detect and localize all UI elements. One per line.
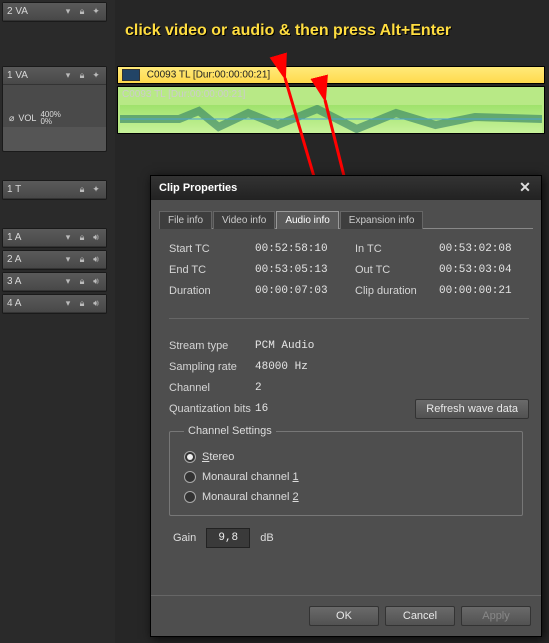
radio-icon	[184, 451, 196, 463]
chevron-down-icon[interactable]: ▾	[62, 6, 74, 18]
label-in-tc: In TC	[355, 243, 435, 255]
value-end-tc: 00:53:05:13	[255, 264, 351, 276]
label-clip-duration: Clip duration	[355, 285, 435, 297]
label-duration: Duration	[169, 285, 251, 297]
track-body: ⌀ VOL 400% 0%	[3, 85, 106, 127]
mute-icon[interactable]: ✦	[90, 184, 102, 196]
lock-icon[interactable]: 🔒︎	[76, 184, 88, 196]
volume-label: ⌀ VOL 400% 0%	[5, 111, 104, 125]
mute-icon[interactable]: 🔊︎	[90, 276, 102, 288]
lock-icon[interactable]: 🔒︎	[76, 276, 88, 288]
label-sampling-rate: Sampling rate	[169, 361, 251, 373]
value-duration: 00:00:07:03	[255, 285, 351, 297]
lock-icon[interactable]: 🔒︎	[76, 232, 88, 244]
value-channel: 2	[255, 382, 529, 394]
value-sampling-rate: 48000 Hz	[255, 361, 529, 373]
annotation-text: click video or audio & then press Alt+En…	[125, 22, 451, 40]
radio-monaural-1[interactable]: Monaural channel 1	[184, 467, 508, 487]
label-quantization: Quantization bits	[169, 403, 251, 415]
track-label: 1 A	[7, 232, 60, 243]
dialog-title: Clip Properties	[159, 182, 237, 194]
track-4a[interactable]: 4 A ▾ 🔒︎ 🔊︎	[2, 294, 107, 314]
radio-monaural-2[interactable]: Monaural channel 2	[184, 487, 508, 507]
chevron-down-icon[interactable]: ▾	[62, 298, 74, 310]
apply-button[interactable]: Apply	[461, 606, 531, 626]
clip-thumbnail-icon	[122, 69, 140, 81]
label-stream-type: Stream type	[169, 340, 251, 352]
track-1t[interactable]: 1 T 🔒︎ ✦	[2, 180, 107, 200]
track-label: 2 VA	[7, 6, 60, 17]
track-2a[interactable]: 2 A ▾ 🔒︎ 🔊︎	[2, 250, 107, 270]
clip-properties-dialog: Clip Properties ✕ File info Video info A…	[150, 175, 542, 637]
tab-bar: File info Video info Audio info Expansio…	[159, 210, 533, 229]
chevron-down-icon[interactable]: ▾	[62, 70, 74, 82]
gain-label: Gain	[173, 532, 196, 544]
label-channel: Channel	[169, 382, 251, 394]
cancel-button[interactable]: Cancel	[385, 606, 455, 626]
lock-icon[interactable]: 🔒︎	[76, 70, 88, 82]
ok-button[interactable]: OK	[309, 606, 379, 626]
lock-icon[interactable]: 🔒︎	[76, 298, 88, 310]
track-label: 3 A	[7, 276, 60, 287]
mute-icon[interactable]: ✦	[90, 6, 102, 18]
dialog-footer: OK Cancel Apply	[151, 595, 541, 636]
mute-icon[interactable]: ✦	[90, 70, 102, 82]
track-label: 1 T	[7, 184, 74, 195]
channel-settings-legend: Channel Settings	[184, 425, 276, 437]
radio-icon	[184, 471, 196, 483]
dialog-titlebar[interactable]: Clip Properties ✕	[151, 176, 541, 200]
value-stream-type: PCM Audio	[255, 340, 529, 352]
tab-video-info[interactable]: Video info	[213, 211, 275, 229]
value-quantization: 16	[255, 403, 351, 415]
tab-file-info[interactable]: File info	[159, 211, 212, 229]
lock-icon[interactable]: 🔒︎	[76, 254, 88, 266]
value-in-tc: 00:53:02:08	[439, 243, 529, 255]
mute-icon[interactable]: 🔊︎	[90, 254, 102, 266]
label-start-tc: Start TC	[169, 243, 251, 255]
link-icon[interactable]: ⌀	[9, 113, 14, 124]
value-clip-duration: 00:00:00:21	[439, 285, 529, 297]
channel-settings-group: Channel Settings Stereo Monaural channel…	[169, 425, 523, 516]
tab-audio-info[interactable]: Audio info	[276, 211, 338, 229]
track-label: 2 A	[7, 254, 60, 265]
dialog-body: Start TC 00:52:58:10 In TC 00:53:02:08 E…	[151, 229, 541, 568]
clip-audio[interactable]: C0093 TL [Dur:00:00:00:21]	[117, 86, 545, 134]
chevron-down-icon[interactable]: ▾	[62, 276, 74, 288]
track-1va[interactable]: 1 VA ▾ 🔒︎ ✦ ⌀ VOL 400% 0%	[2, 66, 107, 152]
value-start-tc: 00:52:58:10	[255, 243, 351, 255]
label-out-tc: Out TC	[355, 264, 435, 276]
chevron-down-icon[interactable]: ▾	[62, 254, 74, 266]
radio-icon	[184, 491, 196, 503]
clip-video[interactable]: C0093 TL [Dur:00:00:00:21]	[117, 66, 545, 84]
track-label: 4 A	[7, 298, 60, 309]
waveform-icon	[120, 105, 542, 133]
clip-label: C0093 TL [Dur:00:00:00:21]	[122, 89, 245, 100]
track-2va[interactable]: 2 VA ▾ 🔒︎ ✦	[2, 2, 107, 22]
track-3a[interactable]: 3 A ▾ 🔒︎ 🔊︎	[2, 272, 107, 292]
gain-unit: dB	[260, 532, 273, 544]
tab-expansion-info[interactable]: Expansion info	[340, 211, 424, 229]
value-out-tc: 00:53:03:04	[439, 264, 529, 276]
gain-input[interactable]	[206, 528, 250, 548]
chevron-down-icon[interactable]: ▾	[62, 232, 74, 244]
clip-label: C0093 TL [Dur:00:00:00:21]	[147, 70, 270, 81]
refresh-wave-button[interactable]: Refresh wave data	[415, 399, 529, 419]
mute-icon[interactable]: 🔊︎	[90, 298, 102, 310]
track-label: 1 VA	[7, 70, 60, 81]
label-end-tc: End TC	[169, 264, 251, 276]
mute-icon[interactable]: 🔊︎	[90, 232, 102, 244]
close-icon[interactable]: ✕	[517, 180, 533, 196]
track-1a[interactable]: 1 A ▾ 🔒︎ 🔊︎	[2, 228, 107, 248]
lock-icon[interactable]: 🔒︎	[76, 6, 88, 18]
gain-row: Gain dB	[173, 528, 523, 548]
radio-stereo[interactable]: Stereo	[184, 447, 508, 467]
